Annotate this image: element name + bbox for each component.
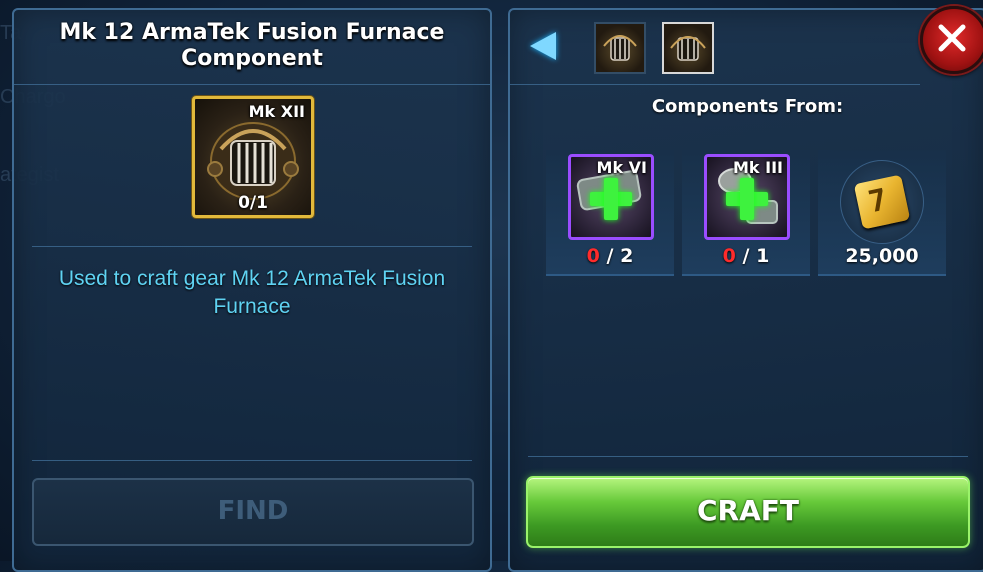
- close-icon: [938, 24, 966, 52]
- footer-divider: [32, 460, 472, 461]
- component-card[interactable]: Mk III 0 / 1: [682, 150, 810, 276]
- credits-card: 7 25,000: [818, 150, 946, 276]
- breadcrumb-component-thumbnail[interactable]: [662, 22, 714, 74]
- gear-count: 0/1: [238, 193, 268, 213]
- component-mark-label: Mk VI: [596, 158, 647, 177]
- component-icon: Mk VI: [568, 154, 654, 240]
- component-card[interactable]: Mk VI 0 / 2: [546, 150, 674, 276]
- gear-item-icon[interactable]: Mk XII 0/1: [192, 96, 314, 218]
- component-icon: Mk III: [704, 154, 790, 240]
- fusion-furnace-component-icon: [670, 36, 706, 61]
- credits-amount: 25,000: [845, 245, 919, 267]
- gear-detail-panel: Mk 12 ArmaTek Fusion Furnace Component M…: [12, 8, 492, 572]
- footer-divider: [528, 456, 968, 457]
- close-button[interactable]: [920, 6, 983, 74]
- components-heading: Components From:: [651, 96, 844, 117]
- title-divider: [14, 84, 490, 85]
- section-divider: [32, 246, 472, 247]
- craft-button[interactable]: CRAFT: [526, 476, 970, 548]
- component-count: 0 / 1: [722, 245, 770, 267]
- craftable-plus-icon: [726, 178, 768, 220]
- fusion-furnace-icon: [603, 35, 637, 61]
- component-count: 0 / 2: [586, 245, 634, 267]
- crafting-panel: Components From: Mk VI 0 / 2 Mk III 0 / …: [508, 6, 983, 572]
- component-mark-label: Mk III: [733, 158, 783, 177]
- gear-description: Used to craft gear Mk 12 ArmaTek Fusion …: [58, 267, 446, 318]
- gear-mark-label: Mk XII: [248, 102, 305, 121]
- breadcrumb-gear-thumbnail[interactable]: [594, 22, 646, 74]
- craftable-plus-icon: [590, 178, 632, 220]
- gear-title: Mk 12 ArmaTek Fusion Furnace Component: [59, 20, 445, 71]
- credits-icon: 7: [840, 160, 924, 244]
- header-divider: [510, 84, 920, 85]
- back-arrow-icon[interactable]: [530, 32, 556, 60]
- find-button[interactable]: FIND: [32, 478, 474, 546]
